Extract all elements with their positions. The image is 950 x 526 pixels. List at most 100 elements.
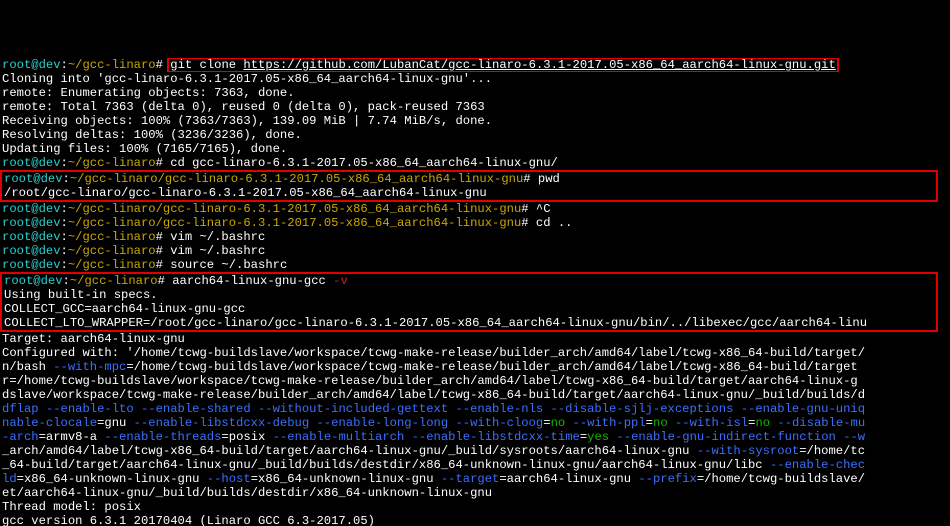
text-segment: remote: Total 7363 (delta 0), reused 0 (… (2, 100, 485, 114)
text-segment: --enable-lto --enable-shared --without-i… (46, 402, 865, 416)
text-segment: Thread model: posix (2, 500, 141, 514)
text-segment: --enable-libstdcxx-debug --enable-long-l… (134, 416, 544, 430)
text-segment: remote: Enumerating objects: 7363, done. (2, 86, 295, 100)
text-segment: # vim ~/.bashrc (156, 244, 266, 258)
text-segment: COLLECT_LTO_WRAPPER=/root/gcc-linaro/gcc… (4, 316, 867, 330)
text-segment: Cloning into 'gcc-linaro-6.3.1-2017.05-x… (2, 72, 492, 86)
terminal-line: COLLECT_GCC=aarch64-linux-gnu-gcc (4, 302, 936, 316)
text-segment: =posix (221, 430, 272, 444)
text-segment: Resolving deltas: 100% (3236/3236), done… (2, 128, 302, 142)
text-segment: dslave/workspace/tcwg-make-release/build… (2, 388, 865, 402)
text-segment: COLLECT_GCC=aarch64-linux-gnu-gcc (4, 302, 245, 316)
highlight-box: root@dev:~/gcc-linaro# aarch64-linux-gnu… (0, 272, 938, 332)
text-segment: no (551, 416, 566, 430)
terminal-line: remote: Total 7363 (delta 0), reused 0 (… (2, 100, 948, 114)
text-segment: --with-ppl (573, 416, 646, 430)
terminal-line: Updating files: 100% (7165/7165), done. (2, 142, 948, 156)
text-segment: : (63, 274, 70, 288)
text-segment: =x86_64-unknown-linux-gnu (17, 472, 207, 486)
terminal-line: Thread model: posix (2, 500, 948, 514)
text-segment: =/home/tc (799, 444, 865, 458)
text-segment: =x86_64-unknown-linux-gnu (251, 472, 441, 486)
text-segment: /root/gcc-linaro/gcc-linaro-6.3.1-2017.0… (4, 186, 487, 200)
text-segment: _arch/amd64/label/tcwg-x86_64-build/targ… (2, 444, 697, 458)
text-segment: https://github.com/LubanCat/gcc-linaro-6… (243, 58, 835, 72)
text-segment: # ^C (521, 202, 550, 216)
terminal-line: Cloning into 'gcc-linaro-6.3.1-2017.05-x… (2, 72, 948, 86)
text-segment: = (646, 416, 653, 430)
terminal-line: et/aarch64-linux-gnu/_build/builds/destd… (2, 486, 948, 500)
text-segment: --target (441, 472, 500, 486)
terminal-line: Resolving deltas: 100% (3236/3236), done… (2, 128, 948, 142)
terminal-line: root@dev:~/gcc-linaro/gcc-linaro-6.3.1-2… (2, 202, 948, 216)
text-segment: ~/gcc-linaro (68, 156, 156, 170)
text-segment: --enable-chec (770, 458, 865, 472)
text-segment: ~/gcc-linaro (68, 58, 156, 72)
text-segment: = (543, 416, 550, 430)
text-segment: root@dev (2, 258, 61, 272)
terminal-line: root@dev:~/gcc-linaro# vim ~/.bashrc (2, 244, 948, 258)
text-segment: r=/home/tcwg-buildslave/workspace/tcwg-m… (2, 374, 858, 388)
text-segment: dflap (2, 402, 46, 416)
text-segment: ~/gcc-linaro (68, 258, 156, 272)
text-segment: -v (333, 274, 348, 288)
text-segment: : (61, 230, 68, 244)
terminal-line: nable-clocale=gnu --enable-libstdcxx-deb… (2, 416, 948, 430)
text-segment: Updating files: 100% (7165/7165), done. (2, 142, 287, 156)
text-segment: # pwd (523, 172, 560, 186)
text-segment: : (61, 156, 68, 170)
text-segment: ~/gcc-linaro (70, 274, 158, 288)
terminal-line: Configured with: '/home/tcwg-buildslave/… (2, 346, 948, 360)
terminal-line: root@dev:~/gcc-linaro/gcc-linaro-6.3.1-2… (2, 216, 948, 230)
text-segment: ~/gcc-linaro (68, 230, 156, 244)
terminal-line: root@dev:~/gcc-linaro/gcc-linaro-6.3.1-2… (4, 172, 936, 186)
text-segment: # cd .. (521, 216, 572, 230)
terminal-line: root@dev:~/gcc-linaro# source ~/.bashrc (2, 258, 948, 272)
text-segment: : (63, 172, 70, 186)
terminal-line: /root/gcc-linaro/gcc-linaro-6.3.1-2017.0… (4, 186, 936, 200)
text-segment (565, 416, 572, 430)
terminal-line: gcc version 6.3.1 20170404 (Linaro GCC 6… (2, 514, 948, 526)
highlight-box: git clone https://github.com/LubanCat/gc… (168, 58, 838, 72)
terminal-line: COLLECT_LTO_WRAPPER=/root/gcc-linaro/gcc… (4, 316, 936, 330)
text-segment: --with-mpc (53, 360, 126, 374)
text-segment: ~/gcc-linaro (68, 244, 156, 258)
terminal-window[interactable]: { "lines": [ { "segments": [ { "text": "… (0, 0, 950, 526)
terminal-line: dslave/workspace/tcwg-make-release/build… (2, 388, 948, 402)
text-segment: =aarch64-linux-gnu (499, 472, 638, 486)
text-segment: et/aarch64-linux-gnu/_build/builds/destd… (2, 486, 492, 500)
terminal-line: _64-build/target/aarch64-linux-gnu/_buil… (2, 458, 948, 472)
text-segment: root@dev (2, 244, 61, 258)
text-segment: # source ~/.bashrc (156, 258, 288, 272)
terminal-line: root@dev:~/gcc-linaro# vim ~/.bashrc (2, 230, 948, 244)
terminal-line: root@dev:~/gcc-linaro# aarch64-linux-gnu… (4, 274, 936, 288)
text-segment: root@dev (2, 156, 61, 170)
text-segment: Receiving objects: 100% (7363/7363), 139… (2, 114, 492, 128)
text-segment: root@dev (4, 274, 63, 288)
text-segment: : (61, 258, 68, 272)
terminal-line: ld=x86_64-unknown-linux-gnu --host=x86_6… (2, 472, 948, 486)
highlight-box: root@dev:~/gcc-linaro/gcc-linaro-6.3.1-2… (0, 170, 938, 202)
text-segment: git clone (170, 58, 243, 72)
terminal-line: root@dev:~/gcc-linaro# git clone https:/… (2, 58, 948, 72)
terminal-line: n/bash --with-mpc=/home/tcwg-buildslave/… (2, 360, 948, 374)
text-segment: --disable-mu (777, 416, 865, 430)
text-segment: --enable-gnu-indirect-function --w (616, 430, 865, 444)
terminal-line: r=/home/tcwg-buildslave/workspace/tcwg-m… (2, 374, 948, 388)
text-segment: Configured with: '/home/tcwg-buildslave/… (2, 346, 865, 360)
text-segment: --prefix (638, 472, 697, 486)
text-segment: --with-sysroot (697, 444, 799, 458)
text-segment: --with-isl (675, 416, 748, 430)
terminal-render: root@dev:~/gcc-linaro# git clone https:/… (2, 58, 948, 526)
text-segment: # aarch64-linux-gnu-gcc (158, 274, 334, 288)
text-segment: Target: aarch64-linux-gnu (2, 332, 185, 346)
text-segment: : (61, 216, 68, 230)
terminal-line: Target: aarch64-linux-gnu (2, 332, 948, 346)
text-segment: _64-build/target/aarch64-linux-gnu/_buil… (2, 458, 770, 472)
text-segment: root@dev (2, 230, 61, 244)
text-segment: # cd gcc-linaro-6.3.1-2017.05-x86_64_aar… (156, 156, 558, 170)
text-segment: Using built-in specs. (4, 288, 158, 302)
text-segment: n/bash (2, 360, 53, 374)
text-segment: root@dev (4, 172, 63, 186)
text-segment: =gnu (97, 416, 134, 430)
